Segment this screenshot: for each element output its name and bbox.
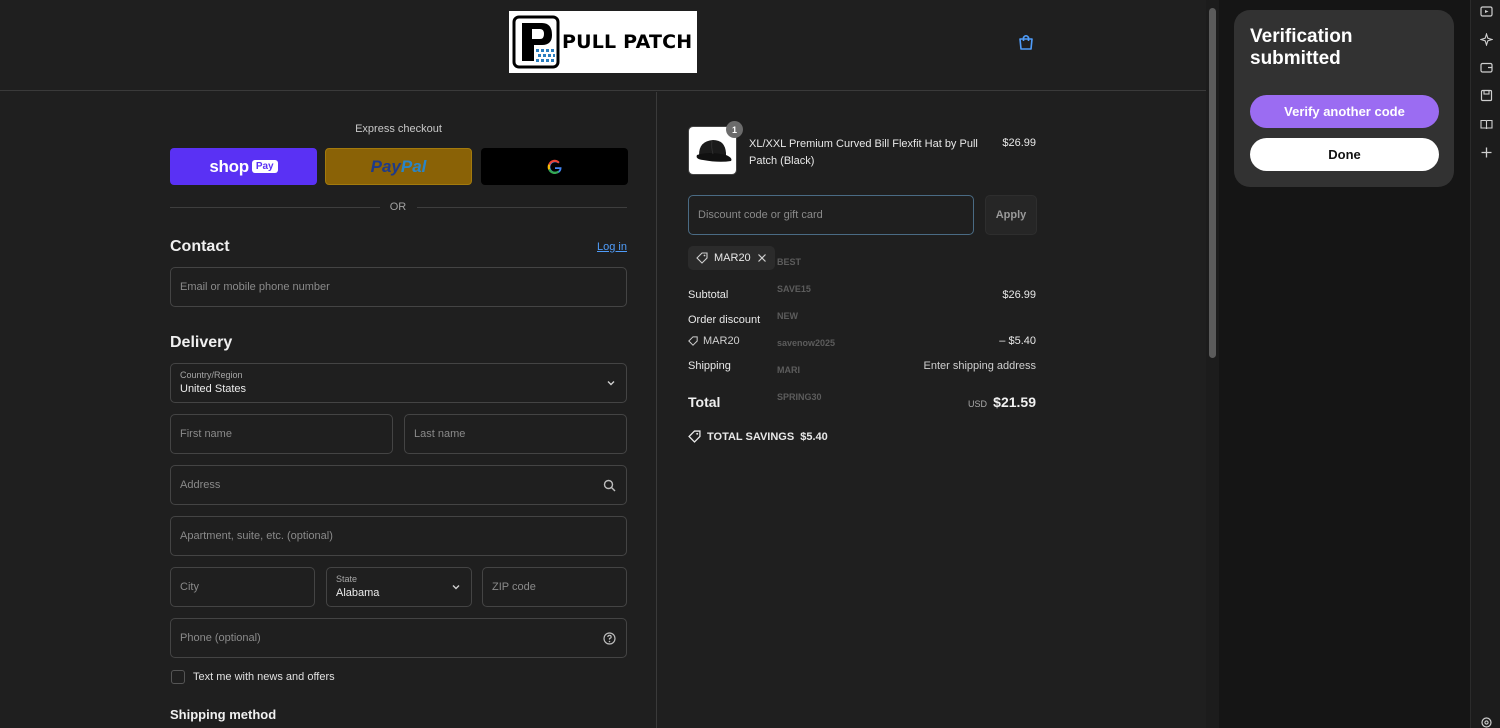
subtotal-label: Subtotal bbox=[688, 289, 729, 301]
applied-discount-tag: MAR20 bbox=[688, 246, 775, 270]
shop-pay-button[interactable]: shop Pay bbox=[170, 148, 317, 185]
total-currency: USD bbox=[967, 399, 987, 409]
save-icon[interactable] bbox=[1480, 89, 1493, 102]
sparkle-icon[interactable] bbox=[1480, 33, 1493, 46]
state-value: Alabama bbox=[336, 587, 380, 599]
ghost-code-6: SPRING30 bbox=[777, 392, 822, 402]
subtotal-value: $26.99 bbox=[1002, 289, 1036, 301]
page-scrollbar[interactable] bbox=[1206, 0, 1219, 728]
media-icon[interactable] bbox=[1480, 5, 1493, 18]
zip-field[interactable]: ZIP code bbox=[482, 567, 627, 607]
discount-code-input[interactable]: Discount code or gift card bbox=[688, 195, 974, 235]
shipping-label: Shipping bbox=[688, 360, 731, 372]
verification-card: Verification submitted Verify another co… bbox=[1234, 10, 1454, 187]
email-placeholder: Email or mobile phone number bbox=[180, 281, 330, 293]
tag-icon bbox=[688, 430, 701, 443]
scrollbar-thumb[interactable] bbox=[1209, 8, 1216, 358]
address-placeholder: Address bbox=[180, 479, 221, 491]
wallet-icon[interactable] bbox=[1480, 61, 1493, 74]
country-select[interactable]: Country/Region United States bbox=[170, 363, 627, 403]
or-divider-right bbox=[417, 207, 627, 208]
store-header: PULL PATCH bbox=[0, 0, 1206, 91]
first-name-field[interactable]: First name bbox=[170, 414, 393, 454]
apply-discount-button[interactable]: Apply bbox=[985, 195, 1037, 235]
last-name-placeholder: Last name bbox=[414, 428, 466, 440]
phone-placeholder: Phone (optional) bbox=[180, 632, 261, 644]
savings-label: TOTAL SAVINGS bbox=[707, 430, 795, 443]
plus-icon[interactable] bbox=[1480, 146, 1493, 159]
help-icon[interactable] bbox=[603, 632, 616, 645]
chevron-down-icon bbox=[607, 381, 615, 386]
contact-title: Contact bbox=[170, 238, 230, 255]
search-icon[interactable] bbox=[603, 479, 616, 492]
shop-pay-badge: Pay bbox=[251, 160, 278, 173]
news-offers-label: Text me with news and offers bbox=[193, 671, 335, 683]
first-name-placeholder: First name bbox=[180, 428, 232, 440]
product-price: $26.99 bbox=[1002, 137, 1036, 149]
country-value: United States bbox=[180, 383, 247, 395]
chevron-down-icon bbox=[452, 585, 460, 590]
checkout-page: PULL PATCH Express checkout shop Pay Pay… bbox=[0, 0, 1206, 728]
order-summary-column: 1 XL/XXL Premium Curved Bill Flexfit Hat… bbox=[658, 92, 1206, 728]
state-label: State bbox=[336, 574, 358, 584]
apartment-placeholder: Apartment, suite, etc. (optional) bbox=[180, 530, 333, 542]
shop-pay-wordmark: shop bbox=[209, 156, 249, 176]
savings-value: $5.40 bbox=[800, 430, 828, 443]
paypal-wordmark: PayPal bbox=[370, 156, 427, 176]
order-discount-label: Order discount bbox=[688, 314, 761, 326]
express-checkout-title: Express checkout bbox=[355, 123, 442, 135]
city-placeholder: City bbox=[180, 581, 199, 593]
store-logo[interactable]: PULL PATCH bbox=[509, 11, 697, 73]
side-panel: Verification submitted Verify another co… bbox=[1219, 0, 1470, 728]
shipping-method-title: Shipping method bbox=[170, 707, 277, 722]
google-g-icon bbox=[547, 159, 562, 174]
discount-code-label: MAR20 bbox=[688, 335, 740, 347]
shipping-row: Shipping Enter shipping address bbox=[688, 360, 1036, 372]
zip-placeholder: ZIP code bbox=[492, 581, 536, 593]
store-brand-name: PULL PATCH bbox=[562, 31, 693, 53]
address-field[interactable]: Address bbox=[170, 465, 627, 505]
close-icon[interactable] bbox=[757, 253, 767, 263]
discount-code-row: MAR20 – $5.40 bbox=[688, 335, 1036, 349]
browser-sidebar-toolbar bbox=[1470, 0, 1500, 728]
total-savings: TOTAL SAVINGS $5.40 bbox=[688, 430, 828, 443]
shipping-value: Enter shipping address bbox=[923, 360, 1036, 372]
or-divider-left bbox=[170, 207, 380, 208]
done-button[interactable]: Done bbox=[1250, 138, 1439, 171]
tag-icon bbox=[696, 252, 708, 264]
tag-icon bbox=[688, 336, 698, 346]
discount-value: – $5.40 bbox=[999, 335, 1036, 347]
verify-another-code-button[interactable]: Verify another code bbox=[1250, 95, 1439, 128]
discount-placeholder: Discount code or gift card bbox=[698, 209, 823, 221]
pull-patch-logo-mark bbox=[512, 15, 560, 69]
paypal-button[interactable]: PayPal bbox=[325, 148, 472, 185]
city-field[interactable]: City bbox=[170, 567, 315, 607]
product-name: XL/XXL Premium Curved Bill Flexfit Hat b… bbox=[749, 138, 978, 167]
phone-field[interactable]: Phone (optional) bbox=[170, 618, 627, 658]
total-value: $21.59 bbox=[993, 394, 1036, 410]
checkout-form-column: Express checkout shop Pay PayPal OR Cont… bbox=[0, 92, 657, 728]
country-label: Country/Region bbox=[180, 370, 243, 380]
subtotal-row: Subtotal $26.99 bbox=[688, 289, 1036, 301]
last-name-field[interactable]: Last name bbox=[404, 414, 627, 454]
email-field[interactable]: Email or mobile phone number bbox=[170, 267, 627, 307]
applied-code-text: MAR20 bbox=[714, 252, 751, 264]
settings-icon[interactable] bbox=[1480, 716, 1493, 728]
order-discount-row: Order discount bbox=[688, 314, 1036, 326]
reader-icon[interactable] bbox=[1480, 118, 1493, 131]
news-offers-checkbox[interactable] bbox=[171, 670, 185, 684]
total-label: Total bbox=[688, 394, 721, 410]
ghost-code-1: BEST bbox=[777, 257, 802, 267]
state-select[interactable]: State Alabama bbox=[326, 567, 472, 607]
or-divider-text: OR bbox=[389, 201, 407, 213]
log-in-link[interactable]: Log in bbox=[597, 241, 627, 253]
apartment-field[interactable]: Apartment, suite, etc. (optional) bbox=[170, 516, 627, 556]
google-pay-button[interactable] bbox=[481, 148, 628, 185]
delivery-title: Delivery bbox=[170, 334, 233, 351]
verification-title: Verification submitted bbox=[1250, 26, 1353, 69]
shopping-bag-icon[interactable] bbox=[1017, 33, 1035, 51]
quantity-badge: 1 bbox=[726, 121, 743, 138]
